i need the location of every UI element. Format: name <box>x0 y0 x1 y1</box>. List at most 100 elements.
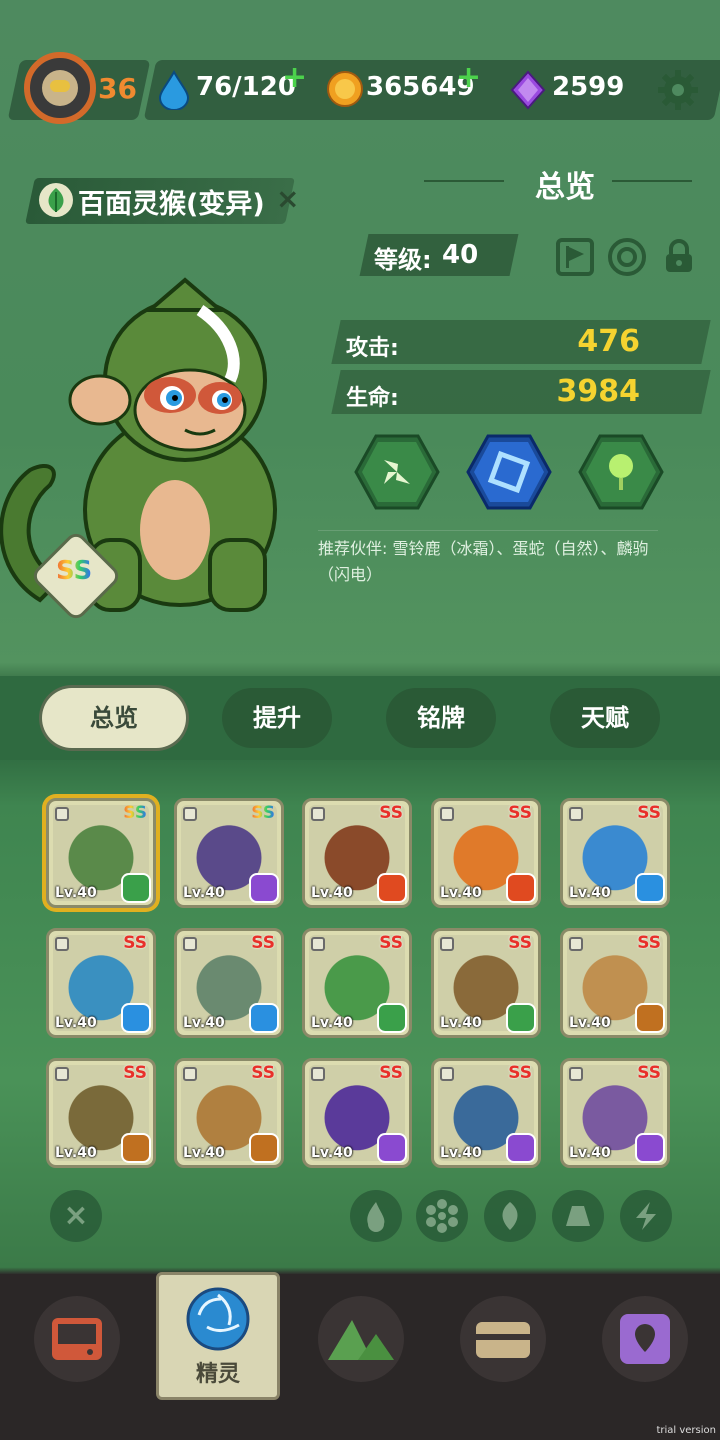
level-label: Lv.40 <box>440 1015 482 1031</box>
creature-card[interactable]: SS Lv.40 <box>174 1058 284 1168</box>
lock-icon <box>183 1067 197 1081</box>
chest-icon <box>476 1322 530 1358</box>
nature-element-icon <box>508 1005 534 1031</box>
creature-card[interactable]: SS Lv.40 <box>431 1058 541 1168</box>
add-coin-button[interactable]: + <box>456 60 481 95</box>
flag-icon <box>566 246 584 268</box>
tab-upgrade[interactable]: 提升 <box>222 688 332 748</box>
lightning-filter-icon[interactable] <box>620 1190 672 1242</box>
gem-icon <box>510 70 546 110</box>
skill-ice-button[interactable] <box>466 434 552 510</box>
skill-orb-button[interactable] <box>578 434 664 510</box>
creature-card[interactable]: SS Lv.40 <box>560 928 670 1038</box>
creature-card[interactable]: SS Lv.40 <box>174 798 284 908</box>
nav-inventory-button[interactable] <box>460 1296 546 1382</box>
creature-card[interactable]: SS Lv.40 <box>302 928 412 1038</box>
level-label: Lv.40 <box>569 1015 611 1031</box>
creature-card[interactable]: SS Lv.40 <box>431 798 541 908</box>
player-level: 36 <box>98 72 137 105</box>
ice-element-icon <box>123 1005 149 1031</box>
close-icon[interactable]: × <box>50 1190 102 1242</box>
rank-label: SS <box>508 803 532 823</box>
creature-card[interactable]: SS Lv.40 <box>560 798 670 908</box>
rank-label: SS <box>508 933 532 953</box>
lightning-element-icon <box>637 1135 663 1161</box>
lightning-element-icon <box>379 1135 405 1161</box>
player-avatar[interactable] <box>24 52 96 124</box>
lock-icon <box>311 937 325 951</box>
level-label: Lv.40 <box>55 1145 97 1161</box>
rank-label: SS <box>123 1063 147 1083</box>
lock-button[interactable] <box>660 238 698 276</box>
ice-element-icon <box>251 1005 277 1031</box>
leaf-filter-icon[interactable] <box>484 1190 536 1242</box>
level-label: Lv.40 <box>440 885 482 901</box>
mountain-icon <box>328 1320 394 1360</box>
rank-label: SS <box>251 803 275 823</box>
lock-icon <box>311 807 325 821</box>
close-icon[interactable]: × <box>276 182 299 215</box>
level-label: Lv.40 <box>183 1015 225 1031</box>
level-label: Lv.40 <box>569 1145 611 1161</box>
level-label: Lv.40 <box>55 1015 97 1031</box>
level-label: Lv.40 <box>311 1015 353 1031</box>
level-value: 40 <box>442 240 479 270</box>
lightning-element-icon <box>508 1135 534 1161</box>
rank-label: SS <box>251 933 275 953</box>
fire-filter-icon[interactable] <box>350 1190 402 1242</box>
nav-battle-button[interactable] <box>34 1296 120 1382</box>
fire-element-icon <box>379 875 405 901</box>
rank-label: SS <box>637 933 661 953</box>
level-label: 等级: <box>374 246 432 274</box>
creature-card[interactable]: SS Lv.40 <box>560 1058 670 1168</box>
ice-filter-icon[interactable] <box>416 1190 468 1242</box>
creature-card[interactable]: SS Lv.40 <box>302 1058 412 1168</box>
lock-icon <box>569 807 583 821</box>
creature-card[interactable]: SS Lv.40 <box>46 928 156 1038</box>
rank-label: SS <box>637 1063 661 1083</box>
level-label: Lv.40 <box>183 885 225 901</box>
flag-button[interactable] <box>556 238 594 276</box>
rank-label: SS <box>379 933 403 953</box>
separator <box>318 530 658 531</box>
lock-icon <box>440 937 454 951</box>
nature-element-icon <box>379 1005 405 1031</box>
rank-label: SS <box>251 1063 275 1083</box>
lock-icon <box>440 807 454 821</box>
level-label: Lv.40 <box>440 1145 482 1161</box>
nature-element-icon <box>123 875 149 901</box>
earth-filter-icon[interactable] <box>552 1190 604 1242</box>
creature-card[interactable]: SS Lv.40 <box>174 928 284 1038</box>
lightning-element-icon <box>251 875 277 901</box>
tab-nameplate[interactable]: 铭牌 <box>386 688 496 748</box>
lock-icon <box>569 1067 583 1081</box>
lock-icon <box>311 1067 325 1081</box>
creature-card[interactable]: SS Lv.40 <box>302 798 412 908</box>
earth-element-icon <box>251 1135 277 1161</box>
creature-card[interactable]: SS Lv.40 <box>46 798 156 908</box>
lock-icon <box>55 807 69 821</box>
nav-map-button[interactable] <box>318 1296 404 1382</box>
leaf-icon <box>39 183 73 217</box>
gear-icon[interactable] <box>656 68 700 112</box>
level-label: Lv.40 <box>569 885 611 901</box>
creature-card[interactable]: SS Lv.40 <box>46 1058 156 1168</box>
level-label: Lv.40 <box>311 1145 353 1161</box>
tab-overview[interactable]: 总览 <box>42 688 186 748</box>
target-button[interactable] <box>608 238 646 276</box>
rank-label: SS <box>123 803 147 823</box>
recommended-partners: 推荐伙伴: 雪铃鹿（冰霜）、蛋蛇（自然）、麟驹（闪电） <box>318 539 649 584</box>
lock-icon <box>666 239 692 272</box>
rank-label: SS <box>508 1063 532 1083</box>
earth-element-icon <box>123 1135 149 1161</box>
aperture-icon <box>186 1287 250 1351</box>
stamina-value: 76/120 <box>196 72 296 102</box>
lock-icon <box>440 1067 454 1081</box>
location-pin-icon <box>620 1314 670 1364</box>
lock-icon <box>569 937 583 951</box>
add-stamina-button[interactable]: + <box>282 60 307 95</box>
skill-wind-button[interactable] <box>354 434 440 510</box>
nav-location-button[interactable] <box>602 1296 688 1382</box>
tab-talent[interactable]: 天赋 <box>550 688 660 748</box>
creature-card[interactable]: SS Lv.40 <box>431 928 541 1038</box>
